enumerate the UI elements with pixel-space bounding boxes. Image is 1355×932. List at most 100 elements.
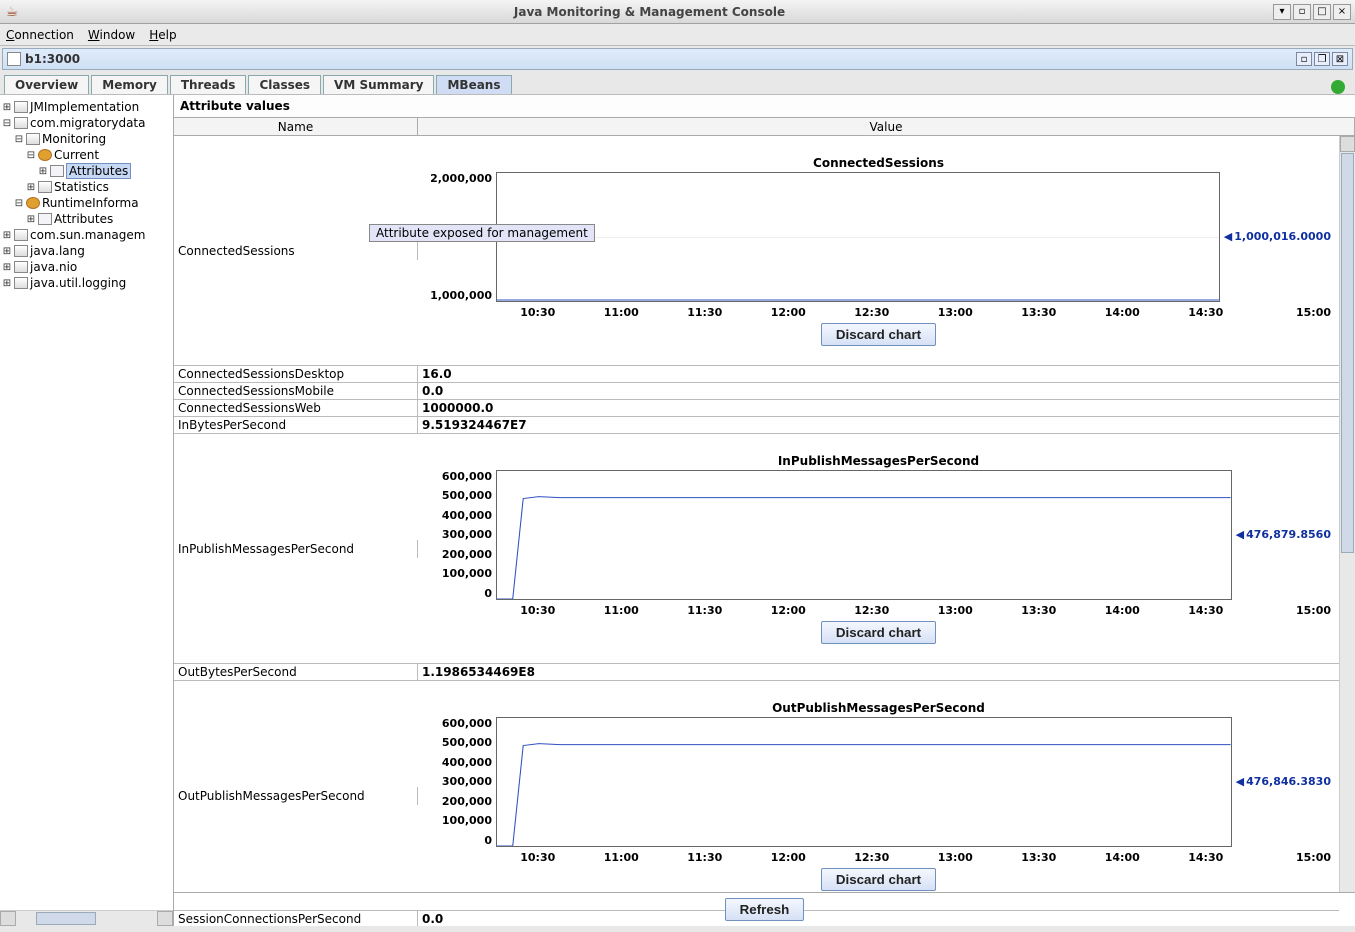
maximize-button[interactable]: □: [1313, 4, 1331, 20]
folder-icon: [14, 277, 28, 289]
scroll-thumb[interactable]: [36, 912, 96, 925]
tree-node-statistics[interactable]: ⊞Statistics: [2, 179, 171, 195]
discard-chart-button[interactable]: Discard chart: [821, 323, 936, 346]
attr-name: OutPublishMessagesPerSecond: [174, 787, 418, 805]
attr-name: InPublishMessagesPerSecond: [174, 540, 418, 558]
mbean-tree: ⊞JMImplementation ⊟com.migratorydata ⊟Mo…: [0, 95, 173, 295]
chart-plot[interactable]: [496, 470, 1232, 600]
chart-current-value: ◀476,879.8560: [1232, 470, 1331, 600]
tree-node-migratorydata[interactable]: ⊟com.migratorydata: [2, 115, 171, 131]
tree-node-current[interactable]: ⊟Current: [2, 147, 171, 163]
scroll-right-button[interactable]: [157, 911, 173, 926]
folder-icon: [14, 117, 28, 129]
tab-bar: Overview Memory Threads Classes VM Summa…: [0, 72, 1355, 94]
folder-icon: [14, 261, 28, 273]
tree-node-jmimplementation[interactable]: ⊞JMImplementation: [2, 99, 171, 115]
titlebar: ☕ Java Monitoring & Management Console ▾…: [0, 0, 1355, 24]
mbean-tree-pane: ⊞JMImplementation ⊟com.migratorydata ⊟Mo…: [0, 95, 174, 926]
connection-status-icon: [1331, 80, 1345, 94]
tab-vmsummary[interactable]: VM Summary: [323, 75, 434, 94]
attr-value-chart: ConnectedSessions 2,000,0001,500,0001,00…: [418, 152, 1339, 350]
tree-node-javanio[interactable]: ⊞java.nio: [2, 259, 171, 275]
folder-icon: [26, 133, 40, 145]
refresh-bar: Refresh: [174, 892, 1355, 926]
folder-icon: [14, 229, 28, 241]
chart-plot[interactable]: [496, 172, 1220, 302]
minimize-button[interactable]: ▾: [1273, 4, 1291, 20]
attr-row-cs-desktop[interactable]: ConnectedSessionsDesktop16.0: [174, 366, 1339, 383]
chart-title: InPublishMessagesPerSecond: [426, 454, 1331, 468]
x-axis: 10:3011:0011:3012:0012:3013:0013:3014:00…: [496, 306, 1331, 319]
column-name[interactable]: Name: [174, 118, 418, 135]
tab-threads[interactable]: Threads: [170, 75, 247, 94]
tree-node-monitoring[interactable]: ⊟Monitoring: [2, 131, 171, 147]
internal-close-button[interactable]: ⊠: [1332, 52, 1348, 66]
menu-connection[interactable]: Connection: [6, 28, 74, 42]
internal-window-titlebar: b1:3000 ▫ ❐ ⊠: [2, 48, 1353, 70]
restore-button[interactable]: ▫: [1293, 4, 1311, 20]
attr-row-outpublish[interactable]: OutPublishMessagesPerSecond OutPublishMe…: [174, 681, 1339, 911]
close-button[interactable]: ×: [1333, 4, 1351, 20]
attribute-column-header: Name Value: [174, 118, 1355, 136]
attr-row-cs-web[interactable]: ConnectedSessionsWeb1000000.0: [174, 400, 1339, 417]
tree-node-javalogging[interactable]: ⊞java.util.logging: [2, 275, 171, 291]
document-title: b1:3000: [25, 52, 1294, 66]
folder-icon: [38, 181, 52, 193]
attr-value-chart: InPublishMessagesPerSecond 600,000500,00…: [418, 450, 1339, 648]
document-icon: [7, 52, 21, 66]
discard-chart-button[interactable]: Discard chart: [821, 868, 936, 891]
tab-classes[interactable]: Classes: [248, 75, 321, 94]
tab-overview[interactable]: Overview: [4, 75, 89, 94]
attr-name: ConnectedSessions: [174, 242, 418, 260]
bean-icon: [38, 149, 52, 161]
x-axis: 10:3011:0011:3012:0012:3013:0013:3014:00…: [496, 604, 1331, 617]
attribute-panel: Attribute values Name Value ConnectedSes…: [174, 95, 1355, 926]
attribute-header: Attribute values: [174, 95, 1355, 118]
chart-title: OutPublishMessagesPerSecond: [426, 701, 1331, 715]
y-axis: 600,000500,000400,000300,000200,000100,0…: [426, 470, 496, 600]
menu-window[interactable]: Window: [88, 28, 135, 42]
tree-horizontal-scrollbar[interactable]: [0, 910, 173, 926]
folder-icon: [14, 101, 28, 113]
attribute-table-body: ConnectedSessions ConnectedSessions 2,00…: [174, 136, 1355, 926]
window-controls: ▾ ▫ □ ×: [1273, 4, 1351, 20]
chart-plot[interactable]: [496, 717, 1232, 847]
scroll-left-button[interactable]: [0, 911, 16, 926]
scroll-up-button[interactable]: [1340, 136, 1355, 152]
discard-chart-button[interactable]: Discard chart: [821, 621, 936, 644]
attributes-icon: [50, 165, 64, 177]
attr-row-inbytes[interactable]: InBytesPerSecond9.519324467E7: [174, 417, 1339, 434]
menu-help[interactable]: Help: [149, 28, 176, 42]
menubar: Connection Window Help: [0, 24, 1355, 46]
refresh-button[interactable]: Refresh: [725, 898, 805, 921]
tooltip: Attribute exposed for management: [369, 224, 595, 242]
java-icon: ☕: [4, 4, 20, 20]
main-split: ⊞JMImplementation ⊟com.migratorydata ⊟Mo…: [0, 94, 1355, 926]
attr-row-connectedsessions[interactable]: ConnectedSessions ConnectedSessions 2,00…: [174, 136, 1339, 366]
bean-icon: [26, 197, 40, 209]
vertical-scrollbar[interactable]: [1339, 136, 1355, 892]
tab-memory[interactable]: Memory: [91, 75, 168, 94]
attributes-icon: [38, 213, 52, 225]
chart-title: ConnectedSessions: [426, 156, 1331, 170]
attr-row-outbytes[interactable]: OutBytesPerSecond1.1986534469E8: [174, 664, 1339, 681]
folder-icon: [14, 245, 28, 257]
tab-mbeans[interactable]: MBeans: [436, 75, 511, 94]
y-axis: 600,000500,000400,000300,000200,000100,0…: [426, 717, 496, 847]
tree-node-attributes2[interactable]: ⊞Attributes: [2, 211, 171, 227]
internal-minimize-button[interactable]: ▫: [1296, 52, 1312, 66]
column-value[interactable]: Value: [418, 118, 1355, 135]
scroll-thumb[interactable]: [1341, 153, 1354, 553]
window-title: Java Monitoring & Management Console: [26, 5, 1273, 19]
tree-node-attributes[interactable]: ⊞Attributes: [2, 163, 171, 179]
attr-row-cs-mobile[interactable]: ConnectedSessionsMobile0.0: [174, 383, 1339, 400]
tree-node-sunmanagement[interactable]: ⊞com.sun.managem: [2, 227, 171, 243]
attr-value-chart: OutPublishMessagesPerSecond 600,000500,0…: [418, 697, 1339, 895]
chart-current-value: ◀1,000,016.0000: [1220, 172, 1331, 302]
x-axis: 10:3011:0011:3012:0012:3013:0013:3014:00…: [496, 851, 1331, 864]
tree-node-runtimeinfo[interactable]: ⊟RuntimeInforma: [2, 195, 171, 211]
chart-current-value: ◀476,846.3830: [1232, 717, 1331, 847]
internal-restore-button[interactable]: ❐: [1314, 52, 1330, 66]
attr-row-inpublish[interactable]: InPublishMessagesPerSecond InPublishMess…: [174, 434, 1339, 664]
tree-node-javalang[interactable]: ⊞java.lang: [2, 243, 171, 259]
